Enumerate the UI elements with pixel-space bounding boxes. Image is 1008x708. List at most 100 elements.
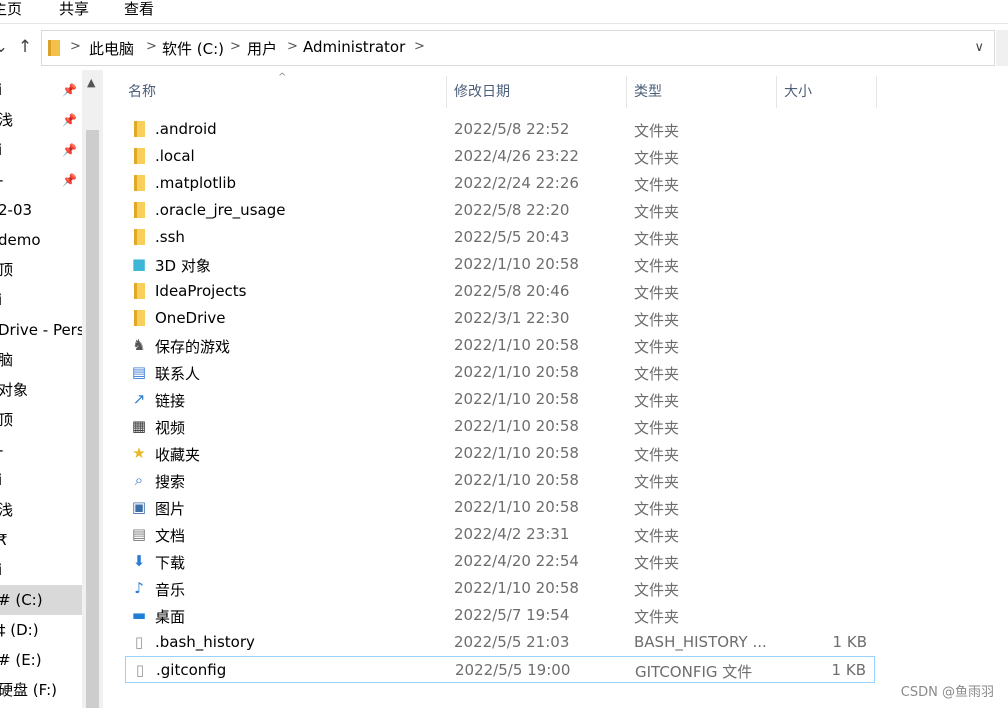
sidebar-item[interactable]: 脑 xyxy=(0,345,82,375)
breadcrumb-users[interactable]: 用户 xyxy=(247,38,277,59)
pin-icon: 📌 xyxy=(62,143,77,157)
table-row[interactable]: ⌕ 搜索 2022/1/10 20:58 文件夹 xyxy=(125,467,875,494)
table-row[interactable]: IdeaProjects 2022/5/8 20:46 文件夹 xyxy=(125,278,875,305)
chevron-right-icon[interactable]: > xyxy=(70,39,81,54)
tab-view[interactable]: 查看 xyxy=(124,0,154,19)
breadcrumb-drive-c[interactable]: 软件 (C:) xyxy=(162,38,224,59)
table-row[interactable]: .local 2022/4/26 23:22 文件夹 xyxy=(125,143,875,170)
sidebar-item[interactable]: ‡ (D:) xyxy=(0,615,82,645)
column-divider[interactable] xyxy=(776,76,777,108)
column-header-date[interactable]: 修改日期 xyxy=(454,76,510,108)
table-row[interactable]: ♪ 音乐 2022/1/10 20:58 文件夹 xyxy=(125,575,875,602)
sidebar-item[interactable]: 硬盘 (F:) xyxy=(0,675,82,705)
file-name: 音乐 xyxy=(155,581,186,599)
table-row[interactable]: ▣ 图片 2022/1/10 20:58 文件夹 xyxy=(125,494,875,521)
tab-home[interactable]: 主页 xyxy=(0,0,22,19)
file-date: 2022/3/1 22:30 xyxy=(454,309,570,327)
table-row[interactable]: .ssh 2022/5/5 20:43 文件夹 xyxy=(125,224,875,251)
file-name: 搜索 xyxy=(155,473,186,491)
sidebar-item[interactable]: 浅 xyxy=(0,495,82,525)
folder-icon xyxy=(130,147,148,165)
table-row[interactable]: ↗ 链接 2022/1/10 20:58 文件夹 xyxy=(125,386,875,413)
sidebar-item[interactable]: # (E:) xyxy=(0,645,82,675)
chevron-right-icon[interactable]: > xyxy=(146,39,157,54)
sidebar-item[interactable]: i 📌 xyxy=(0,75,82,105)
file-date: 2022/2/24 22:26 xyxy=(454,174,579,192)
column-header-size[interactable]: 大小 xyxy=(784,76,812,108)
sidebar-item[interactable]: # (C:) xyxy=(0,585,82,615)
folder-icon xyxy=(130,120,148,138)
sidebar-item[interactable]: Drive - Perso xyxy=(0,315,82,345)
address-bar[interactable]: > 此电脑 > 软件 (C:) > 用户 > Administrator > ∨ xyxy=(41,30,995,66)
table-row[interactable]: .matplotlib 2022/2/24 22:26 文件夹 xyxy=(125,170,875,197)
table-row[interactable]: ★ 收藏夹 2022/1/10 20:58 文件夹 xyxy=(125,440,875,467)
file-name: .ssh xyxy=(155,228,185,246)
sidebar-item[interactable]: i xyxy=(0,465,82,495)
sidebar-item-label: demo xyxy=(0,231,41,249)
chevron-right-icon[interactable]: > xyxy=(414,39,425,54)
file-date: 2022/1/10 20:58 xyxy=(454,579,579,597)
table-row[interactable]: ▤ 文档 2022/4/2 23:31 文件夹 xyxy=(125,521,875,548)
chevron-right-icon[interactable]: > xyxy=(287,39,298,54)
file-type: 文件夹 xyxy=(634,203,680,221)
table-row[interactable]: ♞ 保存的游戏 2022/1/10 20:58 文件夹 xyxy=(125,332,875,359)
dropdown-arrow-icon[interactable]: ⌄ xyxy=(0,34,8,60)
sidebar-item[interactable]: i xyxy=(0,555,82,585)
table-row[interactable]: ▤ 联系人 2022/1/10 20:58 文件夹 xyxy=(125,359,875,386)
column-divider[interactable] xyxy=(626,76,627,108)
column-divider[interactable] xyxy=(446,76,447,108)
column-header-name[interactable]: 名称 xyxy=(128,76,156,108)
table-row[interactable]: ▯ .gitconfig 2022/5/5 19:00 GITCONFIG 文件 1 K… xyxy=(125,656,875,683)
file-date: 2022/4/20 22:54 xyxy=(454,552,579,570)
folder-icon xyxy=(130,309,148,327)
sidebar-item-label: 硬盘 (F:) xyxy=(0,681,57,699)
navigation-bar: ⌄ ↑ > 此电脑 > 软件 (C:) > 用户 > Administrator… xyxy=(0,24,1008,70)
sidebar-item[interactable]: demo xyxy=(0,225,82,255)
file-type: 文件夹 xyxy=(634,338,680,356)
table-row[interactable]: ⬇ 下载 2022/4/20 22:54 文件夹 xyxy=(125,548,875,575)
file-name: 3D 对象 xyxy=(155,257,211,275)
column-divider[interactable] xyxy=(876,76,877,108)
sidebar-item-label: 浅 xyxy=(0,111,14,129)
sidebar-item[interactable]: -📌 xyxy=(0,165,82,195)
file-name: 桌面 xyxy=(155,608,186,626)
up-arrow-icon[interactable]: ↑ xyxy=(14,34,36,60)
sidebar-item[interactable]: 浅 📌 xyxy=(0,105,82,135)
file-size: 1 KB xyxy=(832,633,867,651)
table-row[interactable]: ▯ .bash_history 2022/5/5 21:03 BASH_HISTORY… xyxy=(125,629,875,656)
sidebar-item[interactable]: 对象 xyxy=(0,375,82,405)
sidebar-item[interactable]: 2-03 xyxy=(0,195,82,225)
address-dropdown-icon[interactable]: ∨ xyxy=(974,40,984,55)
tab-share[interactable]: 共享 xyxy=(59,0,89,19)
table-row[interactable]: OneDrive 2022/3/1 22:30 文件夹 xyxy=(125,305,875,332)
favorites-icon: ★ xyxy=(132,444,146,462)
sidebar-item-label: i xyxy=(0,291,3,309)
scrollbar[interactable] xyxy=(996,30,1008,66)
table-row[interactable]: ■ 3D 对象 2022/1/10 20:58 文件夹 xyxy=(125,251,875,278)
table-row[interactable]: .android 2022/5/8 22:52 文件夹 xyxy=(125,116,875,143)
file-type: 文件夹 xyxy=(634,554,680,572)
videos-icon: ▦ xyxy=(131,417,147,435)
scrollbar-thumb[interactable] xyxy=(86,130,99,708)
table-row[interactable]: ▦ 视频 2022/1/10 20:58 文件夹 xyxy=(125,413,875,440)
table-row[interactable]: ▬ 桌面 2022/5/7 19:54 文件夹 xyxy=(125,602,875,629)
file-type: BASH_HISTORY ... xyxy=(634,633,767,651)
breadcrumb-this-pc[interactable]: 此电脑 xyxy=(89,38,134,59)
sidebar-scrollbar[interactable]: ▲ xyxy=(82,70,103,708)
scroll-up-icon[interactable]: ▲ xyxy=(87,76,95,89)
sidebar-item-label: 顶 xyxy=(0,261,14,279)
desktop-icon: ▬ xyxy=(131,606,147,624)
breadcrumb-administrator[interactable]: Administrator xyxy=(303,38,405,56)
file-type: 文件夹 xyxy=(634,311,680,329)
table-row[interactable]: .oracle_jre_usage 2022/5/8 22:20 文件夹 xyxy=(125,197,875,224)
sidebar-item[interactable]: i 📌 xyxy=(0,135,82,165)
sidebar-item[interactable]: 顶 xyxy=(0,255,82,285)
column-header-type[interactable]: 类型 xyxy=(634,76,662,108)
sidebar-item[interactable]: 顶 xyxy=(0,405,82,435)
sidebar-item[interactable]: ₹ xyxy=(0,525,82,555)
sidebar-item-label: - xyxy=(0,441,3,459)
chevron-right-icon[interactable]: > xyxy=(230,39,241,54)
sidebar-item[interactable]: - xyxy=(0,435,82,465)
file-date: 2022/5/5 20:43 xyxy=(454,228,570,246)
sidebar-item[interactable]: i xyxy=(0,285,82,315)
